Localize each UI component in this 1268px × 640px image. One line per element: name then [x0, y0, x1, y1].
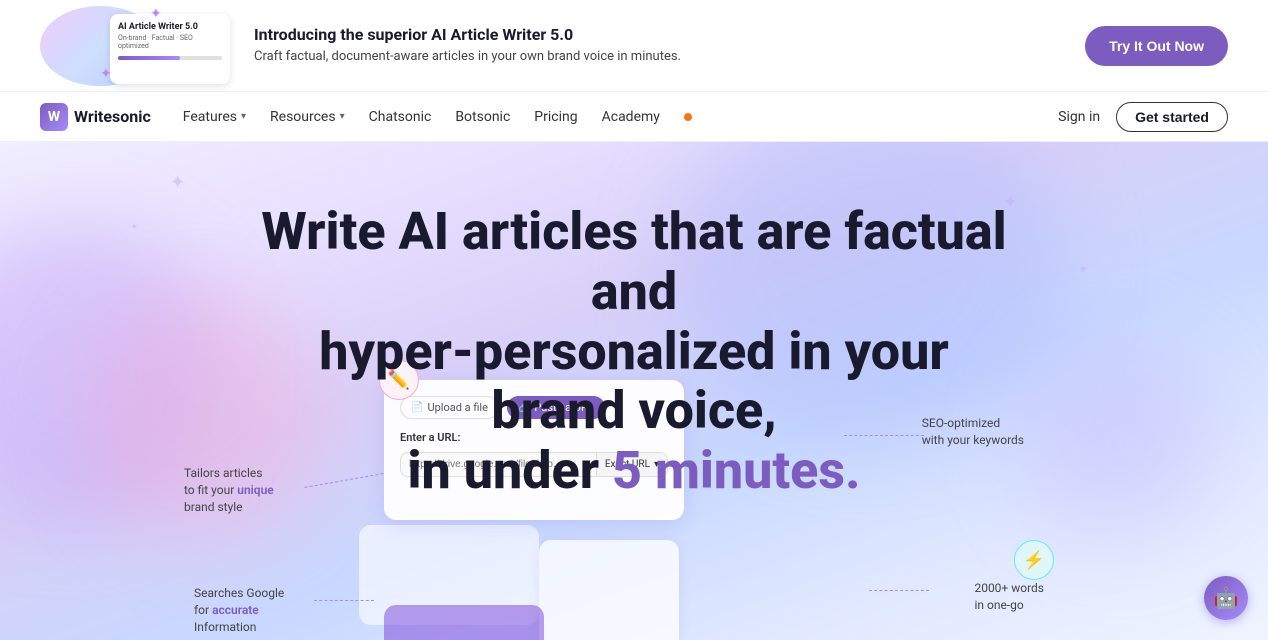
chat-button[interactable]: 🤖	[1204, 576, 1248, 620]
chat-icon: 🤖	[1214, 586, 1239, 610]
nav-item-pricing[interactable]: Pricing	[534, 109, 577, 125]
logo-icon: W	[40, 103, 68, 131]
sign-in-link[interactable]: Sign in	[1058, 109, 1100, 125]
banner-subtext: Craft factual, document-aware articles i…	[254, 48, 1061, 66]
navbar: W Writesonic Features ▾ Resources ▾ Chat…	[0, 92, 1268, 142]
nav-item-academy[interactable]: Academy	[602, 109, 660, 125]
sparkle-icon-1: ✦	[150, 6, 162, 22]
lightning-icon-badge: ⚡	[1014, 540, 1054, 580]
banner-card-bar	[118, 56, 222, 60]
banner-text-block: Introducing the superior AI Article Writ…	[254, 25, 1061, 66]
banner-card-title: AI Article Writer 5.0	[118, 22, 222, 33]
top-banner: AI Article Writer 5.0 On-brand · Factual…	[0, 0, 1268, 92]
demo-card-tertiary	[539, 540, 679, 640]
banner-cta-button[interactable]: Try It Out Now	[1085, 26, 1228, 66]
banner-visual: AI Article Writer 5.0 On-brand · Factual…	[40, 6, 230, 86]
banner-headline: Introducing the superior AI Article Writ…	[254, 25, 1061, 44]
nav-actions: Sign in Get started	[1058, 102, 1228, 132]
sparkle-icon-2: ✦	[100, 66, 112, 82]
hero-section: ✦ ✦ ✦ ✦ Write AI articles that are factu…	[0, 142, 1268, 640]
demo-card-purple	[384, 605, 544, 640]
chevron-down-icon: ▾	[340, 111, 345, 122]
dashed-line-searches	[314, 600, 374, 601]
nav-item-botsonic[interactable]: Botsonic	[455, 109, 510, 125]
nav-item-chatsonic[interactable]: Chatsonic	[369, 109, 432, 125]
annotation-searches: Searches Google for accurate Information	[194, 585, 284, 635]
banner-card: AI Article Writer 5.0 On-brand · Factual…	[110, 14, 230, 84]
get-started-button[interactable]: Get started	[1116, 102, 1228, 132]
nav-links: Features ▾ Resources ▾ Chatsonic Botsoni…	[183, 109, 1026, 125]
nav-item-resources[interactable]: Resources ▾	[270, 109, 345, 125]
chevron-down-icon: ▾	[241, 111, 246, 122]
lightning-icon: ⚡	[1023, 550, 1045, 571]
nav-notification-dot	[684, 113, 692, 121]
logo-text: Writesonic	[74, 107, 151, 126]
banner-card-bar-fill	[118, 56, 180, 60]
hero-title: Write AI articles that are factual and h…	[254, 202, 1014, 501]
dashed-line-words	[869, 590, 929, 591]
banner-card-subtitle: On-brand · Factual · SEO optimized	[118, 34, 222, 50]
annotation-words: 2000+ words in one-go	[974, 580, 1044, 614]
nav-item-features[interactable]: Features ▾	[183, 109, 246, 125]
hero-content: Write AI articles that are factual and h…	[0, 142, 1268, 501]
logo-link[interactable]: W Writesonic	[40, 103, 151, 131]
